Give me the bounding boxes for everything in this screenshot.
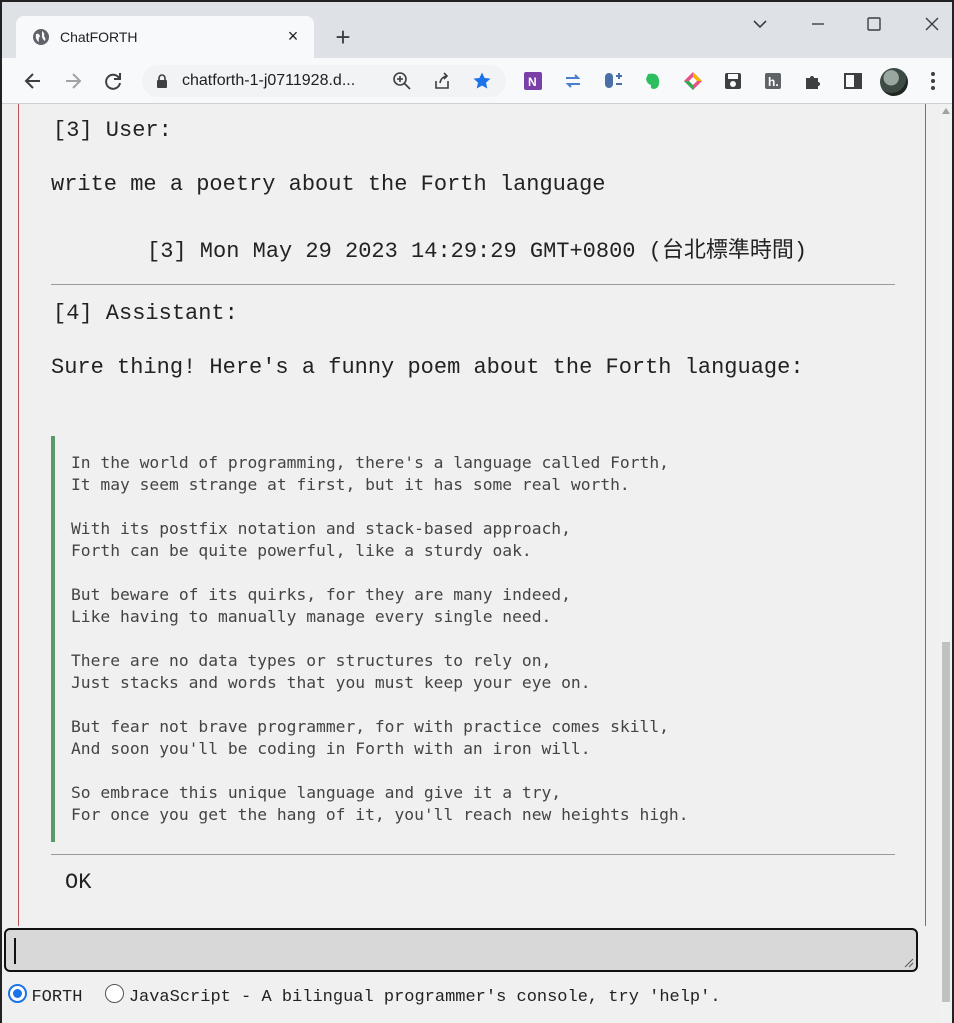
evernote-icon[interactable] — [642, 70, 664, 92]
message-timestamp: [3] Mon May 29 2023 14:29:29 GMT+0800 (台… — [147, 239, 808, 264]
close-window-icon[interactable] — [922, 14, 942, 34]
address-bar[interactable]: chatforth-1-j0711928.d... — [142, 65, 506, 97]
url-text[interactable]: chatforth-1-j0711928.d... — [182, 72, 355, 90]
puzzle-icon[interactable] — [802, 70, 824, 92]
message-divider — [51, 854, 895, 855]
assistant-message-header: [4] Assistant: — [53, 301, 238, 326]
poem-blockquote: In the world of programming, there's a l… — [51, 436, 895, 842]
sidepanel-icon[interactable] — [842, 70, 864, 92]
poem-stanza: So embrace this unique language and give… — [71, 783, 689, 824]
onenote-icon[interactable]: N — [522, 70, 544, 92]
message-divider — [51, 284, 895, 285]
close-tab-icon[interactable]: × — [284, 27, 302, 45]
save-icon[interactable] — [722, 70, 744, 92]
browser-titlebar: ChatFORTH × + — [2, 2, 952, 58]
maximize-icon[interactable] — [864, 14, 884, 34]
console-output: [3] User: write me a poetry about the Fo… — [18, 104, 926, 926]
poem-stanza: With its postfix notation and stack-base… — [71, 519, 571, 560]
javascript-radio-label[interactable]: JavaScript - A bilingual programmer's co… — [129, 988, 721, 1007]
kebab-menu-icon[interactable] — [922, 70, 944, 92]
user-message-header: [3] User: — [53, 118, 172, 143]
scroll-up-icon[interactable] — [942, 108, 950, 114]
console-input[interactable] — [4, 928, 918, 972]
new-tab-button[interactable]: + — [332, 24, 354, 50]
javascript-radio[interactable] — [105, 984, 125, 1003]
mode-selector: FORTH JavaScript - A bilingual programme… — [8, 984, 721, 1010]
zoom-icon[interactable] — [392, 71, 412, 91]
svg-text:N: N — [528, 75, 537, 89]
reload-icon[interactable] — [102, 70, 124, 92]
forth-radio[interactable] — [8, 984, 27, 1003]
scrollbar-thumb[interactable] — [942, 642, 950, 1002]
globe-icon — [33, 29, 49, 45]
svg-text:h.: h. — [768, 75, 779, 89]
tab-title: ChatFORTH — [60, 29, 138, 45]
sync-icon[interactable] — [562, 70, 584, 92]
h-icon[interactable]: h. — [762, 70, 784, 92]
resize-grip-icon[interactable] — [904, 958, 914, 968]
mouse-icon[interactable] — [602, 70, 624, 92]
assistant-intro-text: Sure thing! Here's a funny poem about th… — [51, 355, 804, 380]
poem-stanza: But beware of its quirks, for they are m… — [71, 585, 571, 626]
forth-radio-label[interactable]: FORTH — [31, 988, 82, 1007]
user-message-text: write me a poetry about the Forth langua… — [51, 172, 606, 197]
browser-tab[interactable]: ChatFORTH × — [16, 16, 314, 58]
page-viewport: [3] User: write me a poetry about the Fo… — [2, 104, 940, 1023]
poem-stanza: In the world of programming, there's a l… — [71, 453, 669, 494]
tab-search-icon[interactable] — [750, 14, 770, 34]
poem-stanza: But fear not brave programmer, for with … — [71, 717, 669, 758]
page-scrollbar[interactable] — [940, 104, 952, 1023]
status-ok: OK — [65, 870, 92, 895]
site-info-icon[interactable] — [154, 73, 170, 89]
share-icon[interactable] — [432, 71, 452, 91]
diamond-icon[interactable] — [682, 70, 704, 92]
profile-avatar[interactable] — [880, 68, 908, 96]
star-icon[interactable] — [472, 71, 492, 91]
text-caret — [14, 938, 16, 964]
browser-toolbar: chatforth-1-j0711928.d... N h. — [2, 58, 952, 104]
poem-stanza: There are no data types or structures to… — [71, 651, 591, 692]
forward-arrow-icon[interactable] — [62, 70, 84, 92]
back-arrow-icon[interactable] — [22, 70, 44, 92]
minimize-icon[interactable] — [808, 14, 828, 34]
